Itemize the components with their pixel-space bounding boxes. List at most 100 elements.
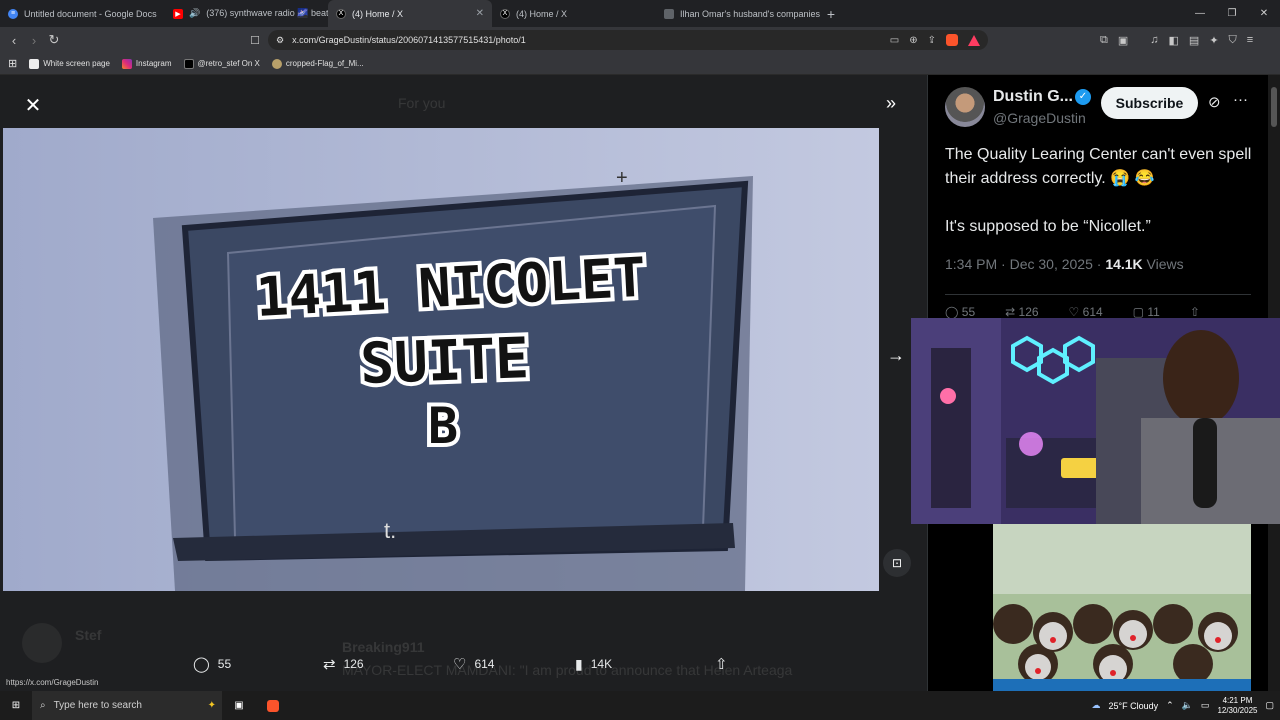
- taskbar: ⊞ ⌕ Type here to search ✦ ▣ ☁ 25°F Cloud…: [0, 691, 1280, 720]
- navigation-bar: ‹ › ↻ ☐ ⚙ x.com/GrageDustin/status/20060…: [0, 27, 1280, 53]
- network-icon[interactable]: ▭: [1201, 700, 1210, 711]
- grok-icon[interactable]: ⊘: [1208, 93, 1221, 111]
- x-icon: [183, 58, 194, 69]
- more-options-icon[interactable]: ···: [1233, 91, 1248, 108]
- bookmark-white-screen[interactable]: White screen page: [29, 58, 110, 69]
- ghost-name: Breaking911: [342, 639, 425, 655]
- maximize-button[interactable]: ❐: [1216, 0, 1248, 27]
- vpn-icon[interactable]: ⛉: [1229, 34, 1237, 47]
- close-tab-icon[interactable]: ✕: [476, 8, 484, 19]
- bookmark-instagram[interactable]: Instagram: [121, 58, 172, 69]
- reply-icon: ◯: [193, 656, 210, 673]
- tab-x[interactable]: X (4) Home / X: [492, 0, 656, 27]
- share-icon[interactable]: ⇪: [928, 35, 936, 46]
- bookmark-icon[interactable]: ☐: [245, 34, 265, 47]
- sign-line-3: B: [428, 397, 458, 455]
- brave-taskbar-icon[interactable]: [256, 699, 290, 712]
- tweet-text-line: It's supposed to be “Nicollet.”: [945, 218, 1151, 235]
- cast-icon[interactable]: ▭: [890, 35, 899, 46]
- windows-start-icon[interactable]: ⊞: [0, 691, 32, 720]
- bookmark-retro-stef[interactable]: @retro_stef On X: [183, 58, 260, 69]
- reply-button[interactable]: ◯ 55: [193, 655, 323, 673]
- tab-title: Untitled document - Google Docs: [24, 8, 157, 19]
- screenshot-icon[interactable]: ▣: [1118, 34, 1128, 47]
- page-icon: [29, 58, 40, 69]
- tab-title: (4) Home / X: [516, 8, 568, 19]
- expand-panel-icon[interactable]: »: [886, 93, 896, 114]
- new-tab-button[interactable]: +: [820, 6, 842, 22]
- extensions-icon[interactable]: ⧉: [1100, 34, 1108, 47]
- close-viewer-icon[interactable]: ✕: [22, 93, 44, 118]
- reload-button[interactable]: ↻: [44, 32, 64, 48]
- leo-ai-icon[interactable]: ✦: [1209, 34, 1218, 47]
- search-placeholder: Type here to search: [53, 700, 142, 711]
- weather-text[interactable]: 25°F Cloudy: [1109, 701, 1159, 711]
- sign-mark: t.: [384, 518, 396, 543]
- tweet-meta: 1:34 PM · Dec 30, 2025 · 14.1K Views: [945, 256, 1184, 272]
- search-icon: ⌕: [40, 700, 46, 711]
- repost-button[interactable]: ⇄ 126: [323, 655, 453, 673]
- youtube-icon: ▶: [173, 8, 183, 19]
- tab-title: (376) synthwave radio 🌌 beats t: [206, 8, 328, 18]
- address-bar[interactable]: ⚙ x.com/GrageDustin/status/2006071413577…: [268, 30, 988, 50]
- instagram-icon: [121, 58, 132, 69]
- apps-icon[interactable]: ⊞: [8, 57, 17, 70]
- notifications-icon[interactable]: ▢: [1265, 700, 1274, 711]
- menu-icon[interactable]: ≡: [1247, 34, 1253, 46]
- alt-text-icon[interactable]: ⊡: [883, 549, 911, 577]
- photo-actions: ◯ 55 ⇄ 126 ♡ 614 ▮ 14K ⇧: [193, 655, 728, 674]
- bookmark-button[interactable]: ▢ 11: [1133, 305, 1160, 319]
- taskbar-search[interactable]: ⌕ Type here to search ✦: [32, 691, 222, 720]
- clock[interactable]: 4:21 PM 12/30/2025: [1217, 696, 1257, 716]
- sidebar-icon[interactable]: ◧: [1169, 34, 1179, 47]
- back-button[interactable]: ‹: [4, 33, 24, 48]
- task-view-icon[interactable]: ▣: [222, 700, 256, 711]
- wallet-icon[interactable]: ▤: [1189, 34, 1199, 47]
- user-handle[interactable]: @GrageDustin: [993, 110, 1086, 126]
- brave-rewards-icon[interactable]: [968, 34, 980, 46]
- tweet-text-line: The Quality Learing Center can't even sp…: [945, 146, 1252, 187]
- crowd-image: [993, 524, 1251, 691]
- like-button[interactable]: ♡ 614: [453, 655, 575, 673]
- weather-icon[interactable]: ☁: [1092, 700, 1101, 711]
- zoom-icon[interactable]: ⊕: [909, 35, 917, 46]
- show-hidden-icons[interactable]: ⌃: [1166, 700, 1174, 711]
- tab-youtube[interactable]: ▶ 🔊 (376) synthwave radio 🌌 beats t: [165, 0, 328, 27]
- brave-shields-icon[interactable]: [946, 34, 958, 46]
- cursor-crosshair-icon: +: [616, 167, 628, 189]
- repost-button[interactable]: ⇄ 126: [1005, 305, 1038, 319]
- views-button[interactable]: ▮ 14K: [575, 655, 715, 673]
- share-button[interactable]: ⇧: [715, 655, 728, 673]
- x-icon: X: [336, 8, 346, 19]
- display-name[interactable]: Dustin G...: [993, 88, 1073, 106]
- views-label: Views: [1142, 256, 1184, 272]
- tab-article[interactable]: Ilhan Omar's husband's companies s: [656, 0, 820, 27]
- bookmark-flag[interactable]: cropped-Flag_of_Mi...: [271, 58, 364, 69]
- avatar[interactable]: [945, 87, 985, 127]
- volume-icon[interactable]: 🔈: [1182, 700, 1193, 711]
- reply-button[interactable]: ◯ 55: [945, 305, 975, 319]
- tweet-text: The Quality Learing Center can't even sp…: [945, 143, 1255, 239]
- flag-icon: [271, 58, 282, 69]
- bookmarks-bar: ⊞ White screen page Instagram @retro_ste…: [0, 53, 1280, 75]
- subscribe-button[interactable]: Subscribe: [1101, 87, 1198, 119]
- photo-viewer: For you Stef Breaking911 MAYOR-ELECT MAM…: [0, 75, 927, 691]
- speaker-icon[interactable]: 🔊: [189, 8, 200, 19]
- media-icon[interactable]: ♫: [1150, 34, 1158, 46]
- share-icon: ⇧: [715, 656, 728, 673]
- tab-x-active[interactable]: X (4) Home / X ✕: [328, 0, 492, 27]
- site-info-icon[interactable]: ⚙: [276, 35, 284, 46]
- close-window-button[interactable]: ✕: [1248, 0, 1280, 27]
- tweet-timestamp[interactable]: 1:34 PM · Dec 30, 2025 ·: [945, 256, 1105, 272]
- forward-button[interactable]: ›: [24, 33, 44, 48]
- tab-google-docs[interactable]: ≡ Untitled document - Google Docs: [0, 0, 165, 27]
- like-button[interactable]: ♡ 614: [1069, 305, 1103, 319]
- minimize-button[interactable]: —: [1184, 0, 1216, 27]
- scrollbar-thumb[interactable]: [1271, 87, 1277, 127]
- sign-line-2: SUITE: [359, 326, 530, 397]
- system-tray: ☁ 25°F Cloudy ⌃ 🔈 ▭ 4:21 PM 12/30/2025 ▢: [1092, 691, 1274, 720]
- overlay-image: [993, 524, 1251, 691]
- next-photo-icon[interactable]: →: [887, 345, 905, 366]
- tweet-photo[interactable]: 1411 NICOLET SUITE B t. +: [3, 128, 879, 591]
- share-button[interactable]: ⇧: [1190, 305, 1200, 319]
